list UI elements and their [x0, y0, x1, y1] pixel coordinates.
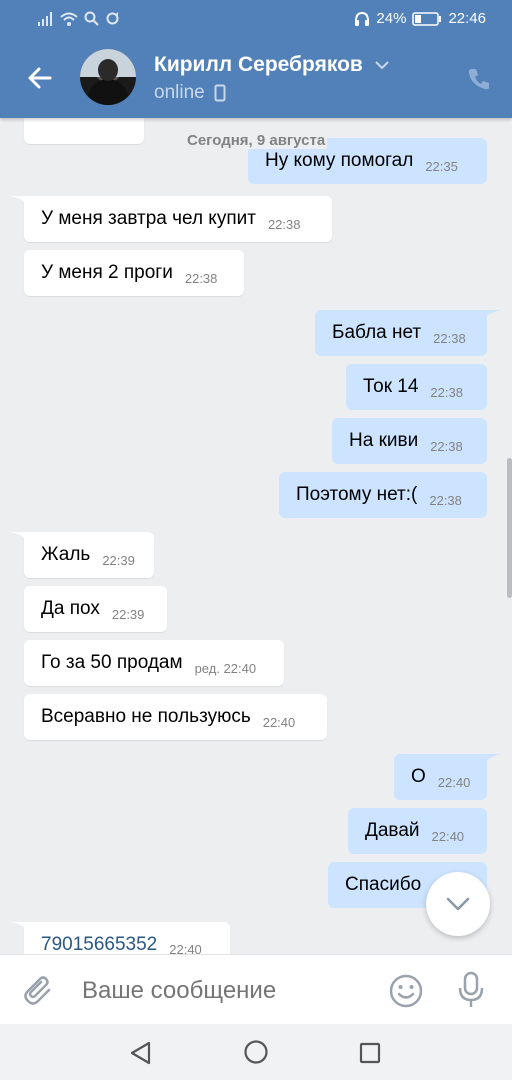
- status-icons-left: [38, 11, 120, 26]
- battery-percent: 24%: [376, 10, 407, 27]
- recent-apps-icon[interactable]: [358, 1041, 382, 1065]
- message-text: Да пох: [41, 598, 100, 619]
- status-bar: 24% 22:46: [0, 0, 512, 38]
- message-text: Жаль: [41, 544, 91, 565]
- message-text: Бабла нет: [332, 322, 422, 343]
- smile-icon[interactable]: [388, 973, 424, 1009]
- message-time: 22:40: [431, 828, 465, 844]
- clock: 22:46: [448, 10, 486, 27]
- message-text: О: [411, 766, 426, 787]
- message-text: У меня завтра чел купит: [41, 208, 256, 229]
- message-incoming[interactable]: 79015665352 22:40: [24, 922, 230, 954]
- message-text: Всеравно не пользуюсь: [41, 706, 251, 727]
- message-time: 22:38: [429, 492, 462, 508]
- home-circle-icon[interactable]: [243, 1039, 269, 1065]
- online-status: online: [154, 82, 205, 103]
- microphone-icon[interactable]: [456, 971, 486, 1009]
- message-text: Спасибо: [345, 874, 422, 895]
- message-time: ред. 22:40: [194, 660, 257, 676]
- message-time: 22:38: [430, 438, 463, 454]
- message-time: 22:40: [437, 774, 471, 790]
- message-time: 22:38: [433, 330, 466, 346]
- chat-header: Кирилл Серебряков online: [0, 38, 512, 118]
- message-text: Давай: [365, 820, 420, 841]
- message-time: 22:39: [102, 552, 135, 568]
- message-list[interactable]: Сегодня, 9 августа Ну кому помогал 22:35…: [0, 118, 512, 954]
- avatar[interactable]: [80, 49, 136, 105]
- scrollbar[interactable]: [507, 458, 512, 598]
- message-outgoing[interactable]: На киви 22:38: [332, 418, 487, 464]
- message-incoming[interactable]: Да пох 22:39: [24, 586, 167, 632]
- chevron-down-icon: [446, 897, 470, 911]
- message-text: Поэтому нет:(: [296, 484, 418, 505]
- message-input[interactable]: [80, 973, 374, 1009]
- contact-name[interactable]: Кирилл Серебряков: [154, 53, 363, 77]
- headphones-icon: [355, 11, 370, 26]
- message-time: 22:40: [169, 942, 202, 954]
- message-time: 22:38: [184, 270, 218, 286]
- message-composer: [0, 954, 512, 1025]
- message-outgoing[interactable]: О 22:40: [394, 754, 487, 800]
- wifi-icon: [60, 12, 78, 26]
- mobile-device-icon: [214, 84, 226, 102]
- signal-icon: [38, 11, 52, 26]
- message-outgoing[interactable]: Бабла нет 22:38: [315, 310, 487, 356]
- message-time: 22:35: [425, 158, 458, 174]
- message-time: 22:39: [111, 606, 145, 622]
- message-outgoing[interactable]: Поэтому нет:( 22:38: [279, 472, 487, 518]
- message-outgoing[interactable]: Давай 22:40: [348, 808, 487, 854]
- status-icons-right: 24% 22:46: [354, 10, 486, 27]
- message-text: На киви: [349, 430, 419, 451]
- message-time: 22:38: [430, 384, 463, 400]
- battery-icon: [412, 11, 442, 26]
- back-triangle-icon[interactable]: [128, 1040, 154, 1066]
- system-navigation-bar: [0, 1024, 512, 1080]
- message-text: Ток 14: [363, 376, 419, 397]
- message-incoming[interactable]: У меня 2 проги 22:38: [24, 250, 244, 296]
- message-text: У меня 2 проги: [41, 262, 173, 283]
- scroll-down-button[interactable]: [426, 872, 490, 936]
- phone-number-link[interactable]: 79015665352: [41, 934, 157, 954]
- chevron-down-icon[interactable]: [374, 60, 390, 70]
- message-time: 22:38: [267, 216, 301, 232]
- search-status-icon: [84, 11, 99, 26]
- message-text: Ну кому помогал: [265, 150, 414, 171]
- message-incoming[interactable]: Жаль 22:39: [24, 532, 154, 578]
- message-incoming[interactable]: У меня завтра чел купит 22:38: [24, 196, 332, 242]
- date-separator: Сегодня, 9 августа: [185, 132, 328, 149]
- message-partial: [24, 118, 144, 144]
- phone-icon[interactable]: [466, 66, 492, 92]
- arrow-left-icon[interactable]: [24, 62, 56, 94]
- message-time: 22:40: [262, 714, 296, 730]
- message-incoming[interactable]: Всеравно не пользуюсь 22:40: [24, 694, 327, 740]
- message-outgoing[interactable]: Ток 14 22:38: [346, 364, 487, 410]
- sync-icon: [106, 12, 119, 25]
- message-incoming[interactable]: Го за 50 продам ред. 22:40: [24, 640, 284, 686]
- paperclip-icon[interactable]: [22, 975, 56, 1009]
- message-text: Го за 50 продам: [41, 652, 183, 673]
